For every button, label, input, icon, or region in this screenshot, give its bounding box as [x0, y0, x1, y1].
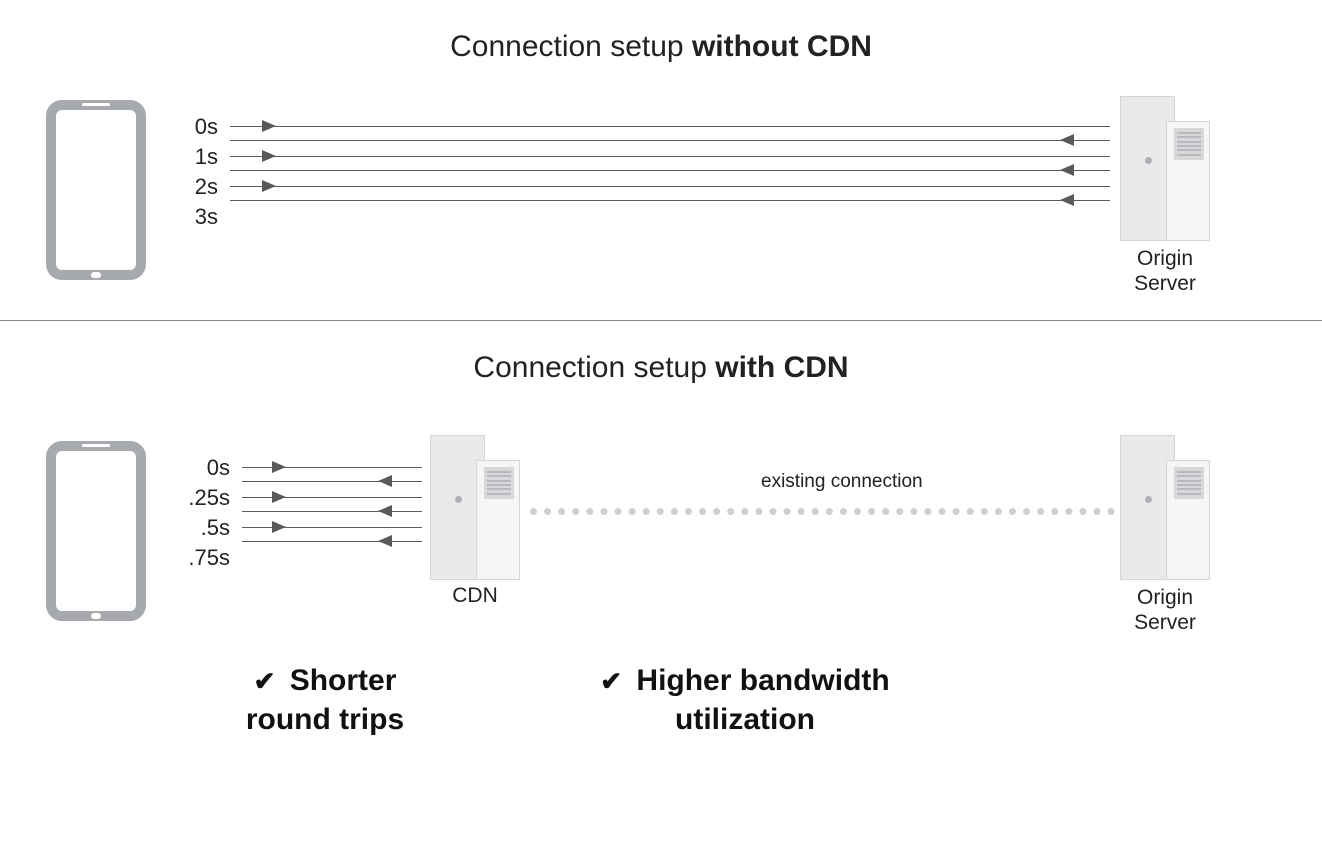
- phone-icon: [46, 441, 146, 621]
- arrow-head-icon: [1060, 194, 1074, 206]
- server-front: [476, 460, 520, 580]
- cdn-server-icon: CDN: [430, 435, 520, 580]
- response-arrow: [230, 140, 1110, 141]
- arrow-head-icon: [262, 180, 276, 192]
- time-label: 0s: [170, 455, 230, 481]
- response-arrow: [242, 541, 422, 542]
- origin-server-icon: Origin Server: [1120, 435, 1210, 580]
- time-label: 3s: [158, 204, 218, 230]
- origin-server-label: Origin Server: [1105, 246, 1225, 296]
- title-with-cdn: Connection setup with CDN: [0, 321, 1322, 385]
- server-front: [1166, 121, 1210, 241]
- existing-connection-label: existing connection: [755, 471, 929, 493]
- title-prefix: Connection setup: [473, 351, 715, 384]
- time-label: .25s: [170, 485, 230, 511]
- arrow-head-icon: [272, 461, 286, 473]
- phone-icon: [46, 100, 146, 280]
- time-label: 1s: [158, 144, 218, 170]
- title-without-cdn: Connection setup without CDN: [0, 0, 1322, 64]
- benefit-shorter-roundtrips: ✔ Shorter round trips: [195, 661, 455, 739]
- response-arrow: [230, 200, 1110, 201]
- origin-server-label: Origin Server: [1105, 585, 1225, 635]
- arrow-head-icon: [378, 535, 392, 547]
- response-arrow: [242, 511, 422, 512]
- arrow-head-icon: [262, 150, 276, 162]
- existing-connection-line: [530, 508, 1115, 515]
- time-label: .75s: [170, 545, 230, 571]
- request-arrow: [230, 186, 1110, 187]
- check-icon: ✔: [600, 666, 622, 696]
- panel-without-cdn: Connection setup without CDN 0s 1s 2s 3s…: [0, 0, 1322, 320]
- time-label: 0s: [158, 114, 218, 140]
- arrow-head-icon: [272, 491, 286, 503]
- request-arrow: [230, 126, 1110, 127]
- time-label: .5s: [170, 515, 230, 541]
- title-bold: without CDN: [692, 30, 872, 63]
- server-front: [1166, 460, 1210, 580]
- panel-with-cdn: Connection setup with CDN 0s .25s .5s .7…: [0, 321, 1322, 841]
- arrow-head-icon: [378, 505, 392, 517]
- check-icon: ✔: [254, 666, 276, 696]
- arrow-head-icon: [262, 120, 276, 132]
- request-arrow: [242, 467, 422, 468]
- arrow-head-icon: [1060, 164, 1074, 176]
- arrow-head-icon: [378, 475, 392, 487]
- request-arrow: [242, 527, 422, 528]
- title-bold: with CDN: [715, 351, 848, 384]
- request-arrow: [242, 497, 422, 498]
- cdn-label: CDN: [415, 583, 535, 608]
- origin-server-icon: Origin Server: [1120, 96, 1210, 241]
- benefit-higher-bandwidth: ✔ Higher bandwidth utilization: [555, 661, 935, 739]
- arrow-head-icon: [1060, 134, 1074, 146]
- response-arrow: [242, 481, 422, 482]
- response-arrow: [230, 170, 1110, 171]
- request-arrow: [230, 156, 1110, 157]
- title-prefix: Connection setup: [450, 30, 692, 63]
- arrow-head-icon: [272, 521, 286, 533]
- time-label: 2s: [158, 174, 218, 200]
